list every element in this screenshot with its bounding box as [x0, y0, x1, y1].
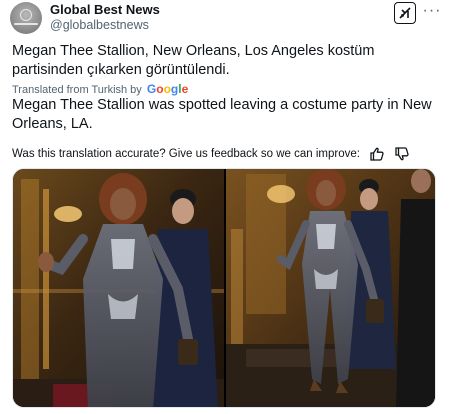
logo-letter: G: [146, 82, 157, 96]
avatar[interactable]: [10, 2, 42, 34]
logo-letter: o: [163, 82, 171, 96]
author-handle[interactable]: @globalbestnews: [50, 17, 149, 33]
feedback-prompt: Was this translation accurate? Give us f…: [12, 148, 360, 160]
photo-1[interactable]: [13, 169, 224, 407]
globe-logo-icon: [20, 9, 32, 21]
grok-icon: [399, 7, 411, 19]
google-logo: Google: [147, 82, 188, 96]
translated-text: Megan Thee Stallion was spotted leaving …: [12, 97, 432, 132]
logo-letter: o: [156, 82, 164, 96]
translation-feedback: Was this translation accurate? Give us f…: [12, 146, 410, 162]
post-text: Megan Thee Stallion, New Orleans, Los An…: [12, 43, 375, 78]
translated-by-label: Translated from Turkish by: [12, 84, 142, 96]
thumbs-up-icon[interactable]: [369, 146, 385, 162]
more-button[interactable]: ···: [422, 2, 442, 22]
translated-by[interactable]: Translated from Turkish by Google: [12, 82, 188, 97]
photo-2[interactable]: [226, 169, 435, 407]
thumbs-down-icon[interactable]: [394, 146, 410, 162]
media-grid: [12, 168, 436, 408]
more-icon: ···: [422, 2, 442, 19]
grok-button[interactable]: [394, 2, 416, 24]
photo-1-image: [13, 169, 224, 407]
author-name[interactable]: Global Best News: [50, 2, 160, 18]
logo-letter: e: [181, 82, 189, 96]
post-header: Global Best News @globalbestnews ···: [10, 2, 440, 38]
photo-2-image: [226, 169, 435, 407]
